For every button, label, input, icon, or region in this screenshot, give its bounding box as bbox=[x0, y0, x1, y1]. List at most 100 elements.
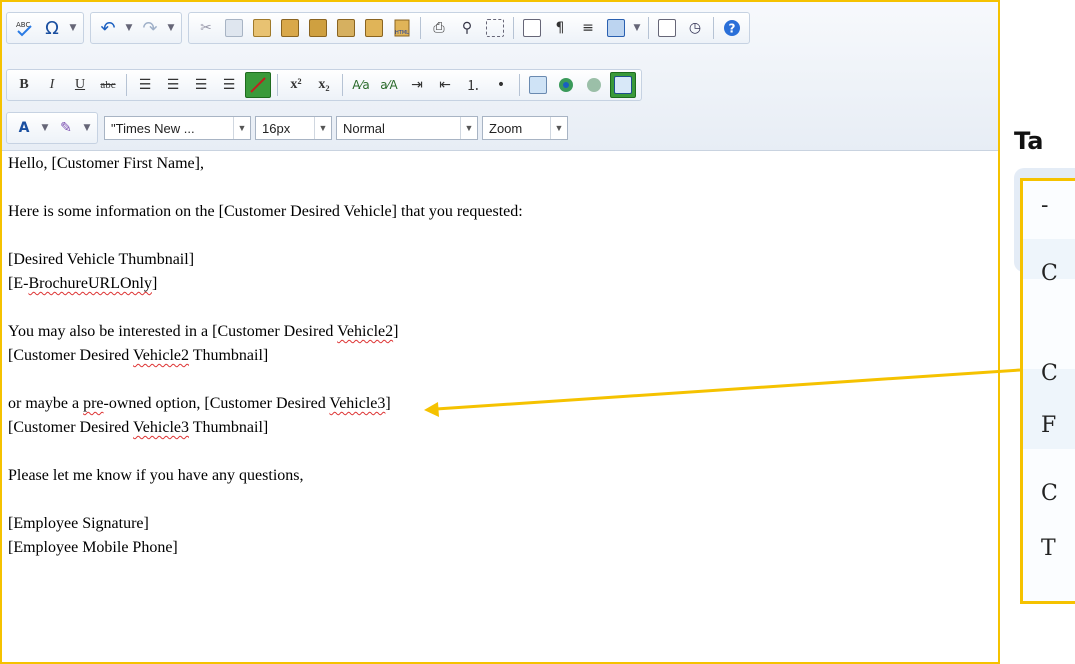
redo-icon[interactable]: ↷ bbox=[138, 16, 162, 40]
or-mid: -owned option, [Customer Desired bbox=[103, 395, 330, 412]
bulleted-list-icon[interactable]: • bbox=[489, 73, 513, 97]
side-panel-cell[interactable]: - bbox=[1041, 193, 1048, 218]
paragraph-icon[interactable]: ¶ bbox=[548, 16, 572, 40]
copy-icon[interactable] bbox=[222, 16, 246, 40]
side-panel-cell[interactable]: C bbox=[1041, 261, 1058, 286]
unlink-icon[interactable] bbox=[582, 73, 606, 97]
toolbar-divider bbox=[342, 74, 343, 96]
intro-line: Here is some information on the [Custome… bbox=[8, 203, 523, 220]
find-icon[interactable]: ⚲ bbox=[455, 16, 479, 40]
signature-line: [Employee Signature] bbox=[8, 515, 149, 532]
toolbar-divider bbox=[713, 17, 714, 39]
convert-upper-icon[interactable]: a⁄A bbox=[377, 73, 401, 97]
paste-icon[interactable] bbox=[250, 16, 274, 40]
align-left-icon[interactable]: ☰ bbox=[133, 73, 157, 97]
convert-lower-icon[interactable]: A⁄a bbox=[349, 73, 373, 97]
template-icon[interactable] bbox=[520, 16, 544, 40]
thumb3-prefix: [Customer Desired bbox=[8, 419, 134, 436]
brochure-line: [E-BrochureURLOnly] bbox=[8, 272, 988, 296]
outdent-icon[interactable]: ⇤ bbox=[433, 73, 457, 97]
image-icon[interactable] bbox=[526, 73, 550, 97]
underline-icon[interactable]: U bbox=[68, 73, 92, 97]
undo-icon[interactable]: ↶ bbox=[96, 16, 120, 40]
omega-icon[interactable]: Ω bbox=[40, 16, 64, 40]
paste-format-icon[interactable] bbox=[362, 16, 386, 40]
also-line: You may also be interested in a [Custome… bbox=[8, 320, 988, 344]
chevron-down-icon[interactable]: ▼ bbox=[166, 16, 176, 40]
highlight-icon[interactable]: ✎ bbox=[54, 116, 78, 140]
cut-icon[interactable]: ✂ bbox=[194, 16, 218, 40]
font-color-icon[interactable]: A bbox=[12, 116, 36, 140]
html-editor: ABC Ω ▼ ↶ ▼ ↷ ▼ ✂ HTML ⎙ ⚲ ¶ ≡ ▼ ◷ ? B I… bbox=[0, 0, 1000, 664]
zoom-value: Zoom bbox=[489, 120, 523, 136]
phone-line: [Employee Mobile Phone] bbox=[8, 539, 178, 556]
chevron-down-icon[interactable]: ▼ bbox=[68, 16, 78, 40]
brochure-suffix: ] bbox=[151, 275, 158, 292]
paste-word-icon[interactable] bbox=[306, 16, 330, 40]
align-right-icon[interactable]: ☰ bbox=[189, 73, 213, 97]
or-prefix: or maybe a bbox=[8, 395, 84, 412]
side-panel-cell[interactable]: F bbox=[1041, 413, 1056, 438]
italic-icon[interactable]: I bbox=[40, 73, 64, 97]
greeting-line: Hello, [Customer First Name], bbox=[8, 155, 204, 172]
svg-text:HTML: HTML bbox=[395, 30, 409, 36]
superscript-icon[interactable]: x² bbox=[284, 73, 308, 97]
spellcheck-icon[interactable]: ABC bbox=[12, 16, 36, 40]
svg-text:?: ? bbox=[729, 22, 736, 36]
font-size-select[interactable]: 16px ▼ bbox=[255, 116, 332, 140]
subscript-icon[interactable]: x₂ bbox=[312, 73, 336, 97]
chevron-down-icon[interactable]: ▼ bbox=[40, 116, 50, 140]
align-justify-icon[interactable]: ☰ bbox=[217, 73, 241, 97]
thumbnail3-line: [Customer Desired Vehicle3 Thumbnail] bbox=[8, 416, 988, 440]
side-panel-cell[interactable]: C bbox=[1041, 361, 1058, 386]
font-family-value: "Times New ... bbox=[111, 120, 195, 136]
strikethrough-icon[interactable]: abc bbox=[96, 73, 120, 97]
brochure-word: BrochureURLOnly bbox=[28, 275, 152, 292]
chevron-down-icon[interactable]: ▼ bbox=[82, 116, 92, 140]
paragraph-style-select[interactable]: Normal ▼ bbox=[336, 116, 478, 140]
form-icon[interactable] bbox=[655, 16, 679, 40]
font-family-select[interactable]: "Times New ... ▼ bbox=[104, 116, 251, 140]
help-icon[interactable]: ? bbox=[720, 16, 744, 40]
thumbnail-line: [Desired Vehicle Thumbnail] bbox=[8, 251, 195, 268]
chevron-down-icon: ▼ bbox=[550, 117, 567, 139]
also-prefix: You may also be interested in a [Custome… bbox=[8, 323, 338, 340]
indent-icon[interactable]: ⇥ bbox=[405, 73, 429, 97]
toolbar-divider bbox=[513, 17, 514, 39]
chevron-down-icon: ▼ bbox=[314, 117, 331, 139]
chevron-down-icon[interactable]: ▼ bbox=[632, 16, 642, 40]
thumb3-suffix: Thumbnail] bbox=[189, 419, 269, 436]
numbered-list-icon[interactable]: ⒈ bbox=[461, 73, 485, 97]
link-icon[interactable] bbox=[554, 73, 578, 97]
side-panel-cell[interactable]: C bbox=[1041, 481, 1058, 506]
zoom-select[interactable]: Zoom ▼ bbox=[482, 116, 568, 140]
side-panel-cell[interactable]: T bbox=[1041, 536, 1056, 561]
remove-format-icon[interactable] bbox=[245, 72, 271, 98]
toolbar-row-3: A ▼ ✎ ▼ "Times New ... ▼ 16px ▼ Normal ▼… bbox=[6, 112, 572, 144]
toolbar-divider bbox=[126, 74, 127, 96]
align-center-icon[interactable]: ☰ bbox=[161, 73, 185, 97]
paragraph-style-value: Normal bbox=[343, 120, 385, 136]
chevron-down-icon[interactable]: ▼ bbox=[124, 16, 134, 40]
insert-table-icon[interactable] bbox=[604, 16, 628, 40]
save-icon[interactable] bbox=[610, 72, 636, 98]
bold-icon[interactable]: B bbox=[12, 73, 36, 97]
paste-html-icon[interactable]: HTML bbox=[390, 16, 414, 40]
clock-icon[interactable]: ◷ bbox=[683, 16, 707, 40]
thumbnail2-line: [Customer Desired Vehicle2 Thumbnail] bbox=[8, 344, 988, 368]
paste-text-icon[interactable] bbox=[278, 16, 302, 40]
thumb2-prefix: [Customer Desired bbox=[8, 347, 134, 364]
select-all-icon[interactable] bbox=[483, 16, 507, 40]
editor-content[interactable]: Hello, [Customer First Name], Here is so… bbox=[8, 152, 988, 662]
justify-icon[interactable]: ≡ bbox=[576, 16, 600, 40]
or-word: pre bbox=[83, 395, 104, 412]
toolbar-group-history: ↶ ▼ ↷ ▼ bbox=[90, 12, 182, 44]
or-word2: Vehicle3 bbox=[329, 395, 386, 412]
thumb3-word: Vehicle3 bbox=[133, 419, 189, 436]
paste-plain-icon[interactable] bbox=[334, 16, 358, 40]
print-icon[interactable]: ⎙ bbox=[427, 16, 451, 40]
